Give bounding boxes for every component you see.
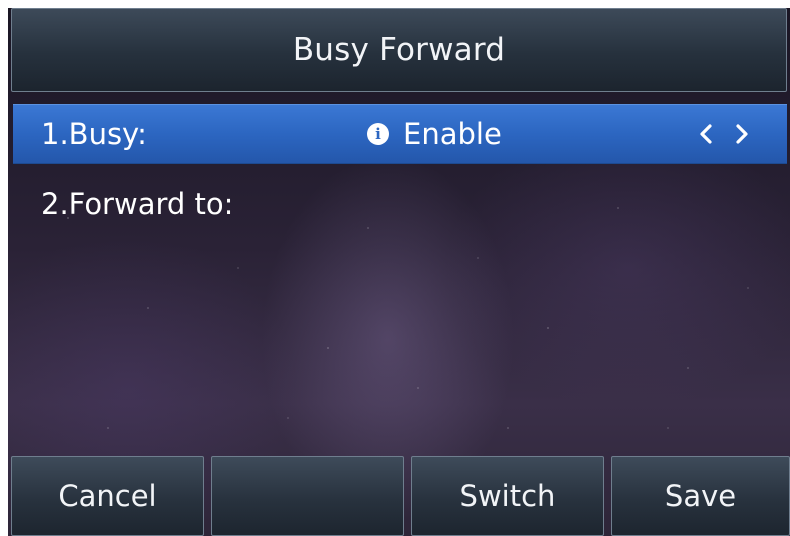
softkey-bar: Cancel Switch Save <box>8 456 790 536</box>
phone-screen: Busy Forward 1.Busy: i Enable 2.Forward … <box>8 8 790 536</box>
busy-label: 1.Busy: <box>41 117 147 151</box>
info-icon: i <box>367 123 389 145</box>
save-button-label: Save <box>664 479 737 513</box>
setting-row-busy[interactable]: 1.Busy: i Enable <box>13 104 787 164</box>
page-title: Busy Forward <box>292 32 506 68</box>
cancel-button[interactable]: Cancel <box>11 456 204 536</box>
chevron-right-icon[interactable] <box>729 105 755 163</box>
chevron-left-icon[interactable] <box>693 105 719 163</box>
empty-softkey-button[interactable] <box>211 456 404 536</box>
forward-to-label: 2.Forward to: <box>41 187 234 221</box>
save-button[interactable]: Save <box>611 456 790 536</box>
switch-button[interactable]: Switch <box>411 456 604 536</box>
busy-value-group: i Enable <box>367 105 502 163</box>
setting-row-forward-to[interactable]: 2.Forward to: <box>13 170 787 230</box>
busy-value: Enable <box>403 117 502 151</box>
cancel-button-label: Cancel <box>58 479 157 513</box>
title-bar: Busy Forward <box>11 8 787 92</box>
switch-button-label: Switch <box>459 479 556 513</box>
